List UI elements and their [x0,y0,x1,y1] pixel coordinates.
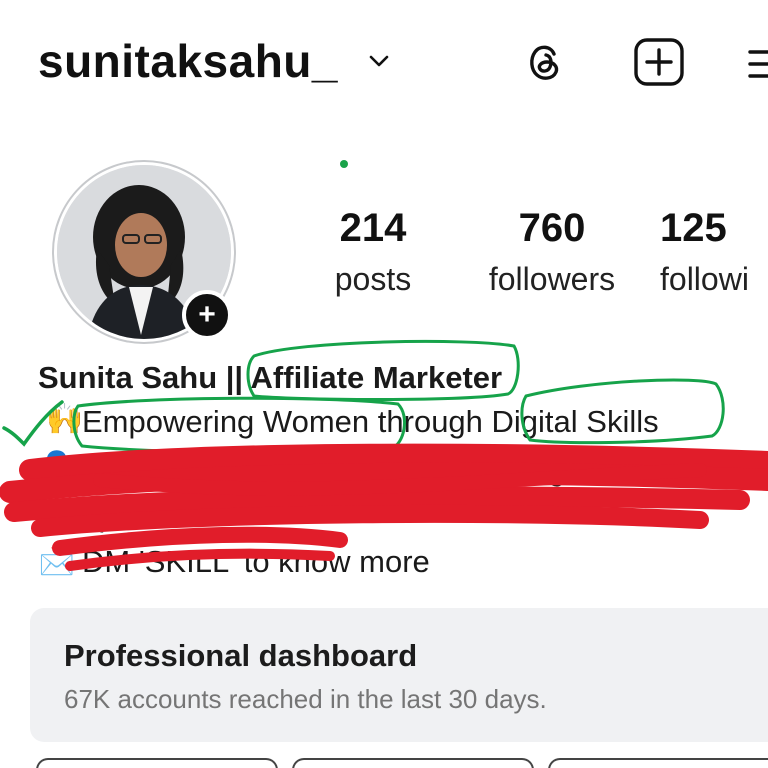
share-profile-button[interactable] [292,758,534,768]
activity-dot [340,160,348,168]
menu-icon[interactable] [744,44,768,84]
stat-posts[interactable]: 214 posts [318,206,428,298]
add-post-icon[interactable] [632,36,688,88]
profile-avatar-wrap[interactable]: + [54,162,234,342]
dashboard-subtitle: 67K accounts reached in the last 30 days… [64,684,547,714]
bio-line-helped: Helped 50+ Housewives & Moms gain Financ… [82,452,716,487]
raised-hands-emoji: 🙌 [46,403,84,436]
followers-count: 760 [518,206,586,250]
edit-profile-button[interactable] [36,758,278,768]
contact-button[interactable] [548,758,768,768]
followers-label: followers [488,261,616,297]
professional-dashboard-card[interactable]: Professional dashboard 67K accounts reac… [30,608,768,742]
posts-label: posts [334,261,412,297]
top-bar: sunitaksahu_ [0,0,768,120]
following-label: followi [660,261,749,297]
bio-name: Sunita Sahu || Affiliate Marketer [38,360,503,395]
dashboard-title: Professional dashboard [64,638,418,673]
inbox-emoji: 📩 [38,543,76,576]
add-story-button[interactable]: + [182,290,232,340]
chevron-down-icon[interactable] [366,48,392,74]
threads-icon[interactable] [518,36,570,88]
stat-following[interactable]: 125 followi [660,206,768,298]
action-buttons-row [0,758,768,768]
person-emoji: 👤 [38,451,76,484]
username-title[interactable]: sunitaksahu_ [38,34,338,88]
following-count: 125 [660,206,727,250]
bio-line-tagline: Empowering Women through Digital Skills [82,404,659,439]
bio-line-dm: DM 'SKILL' to know more [82,544,430,579]
posts-count: 214 [339,206,407,250]
bio-line-independ: Independ [38,498,168,533]
stat-followers[interactable]: 760 followers [480,206,624,298]
